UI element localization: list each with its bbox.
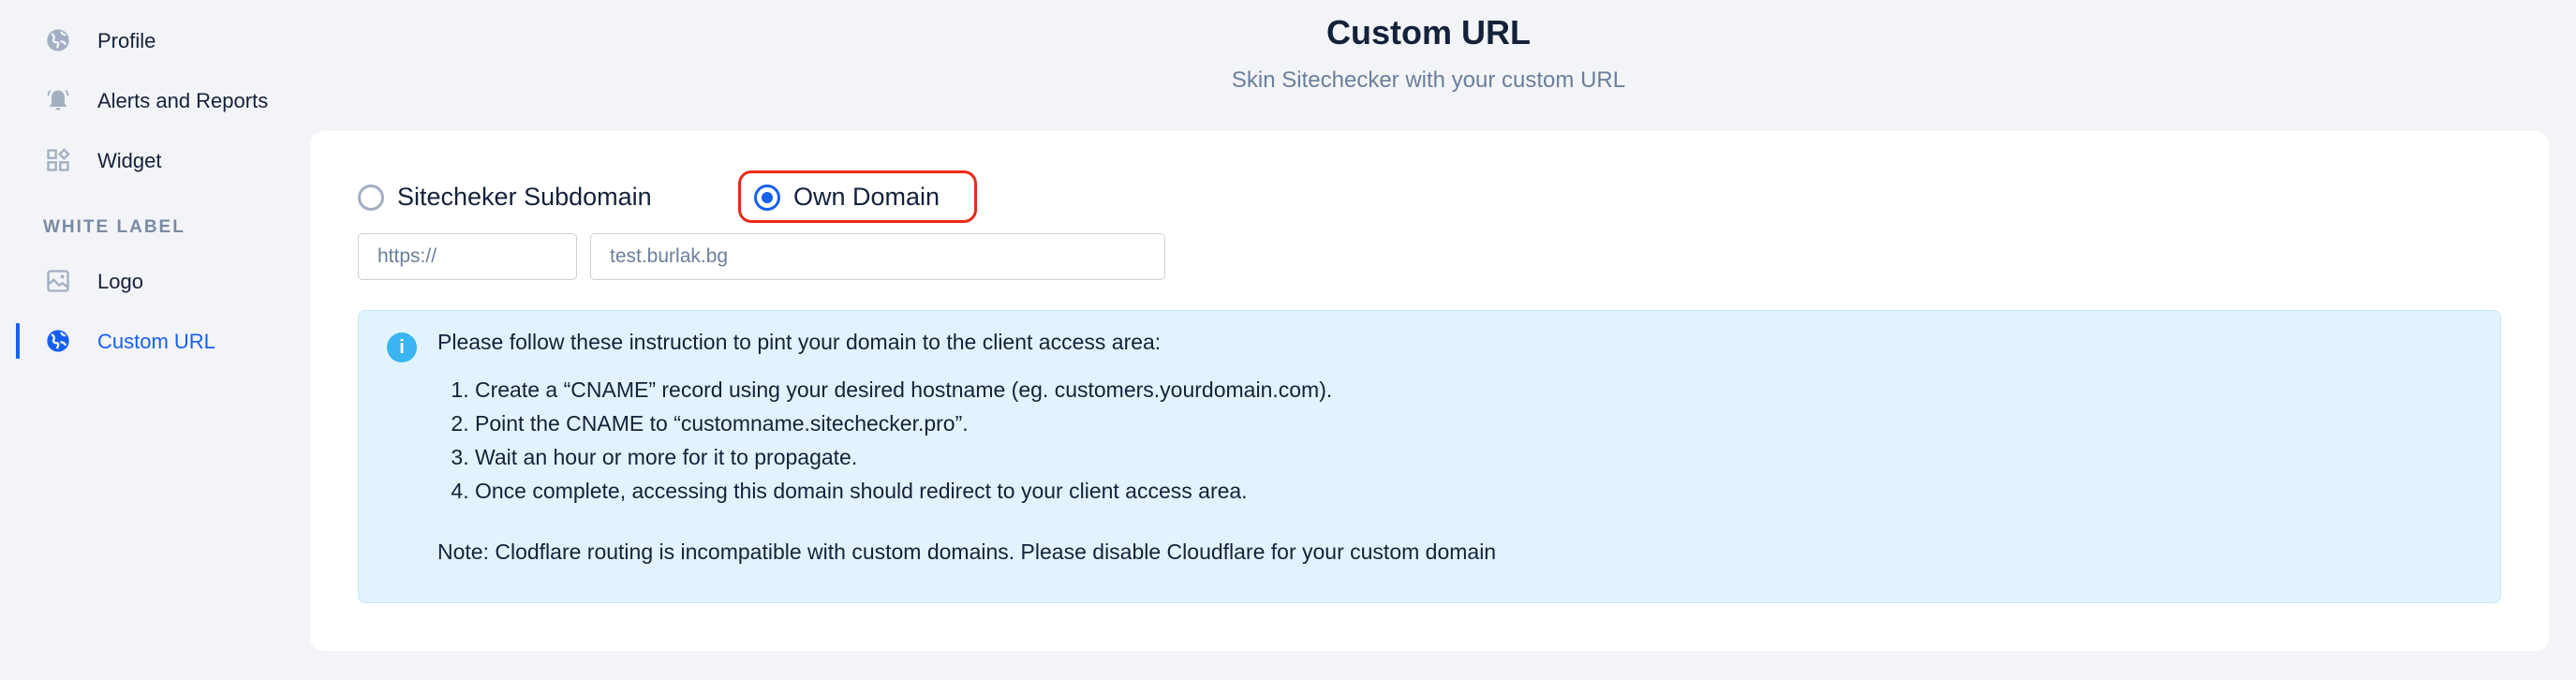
radio-own-domain[interactable]: Own Domain <box>754 183 940 212</box>
custom-url-card: Sitecheker Subdomain Own Domain https://… <box>310 131 2549 651</box>
active-indicator <box>16 323 20 359</box>
sidebar-item-label: Logo <box>97 270 143 293</box>
info-icon: i <box>387 333 417 362</box>
radio-sitecheker-subdomain[interactable]: Sitecheker Subdomain <box>358 183 652 212</box>
instruction-steps: Create a “CNAME” record using your desir… <box>437 373 1332 508</box>
instruction-step: Wait an hour or more for it to propagate… <box>475 440 1332 474</box>
globe-icon <box>47 330 69 352</box>
info-note: Note: Clodflare routing is incompatible … <box>437 540 1497 564</box>
radio-circle[interactable] <box>754 184 780 211</box>
image-icon <box>47 270 69 292</box>
sidebar-item-custom-url[interactable]: Custom URL <box>0 320 300 362</box>
instruction-step: Create a “CNAME” record using your desir… <box>475 373 1332 407</box>
page-title: Custom URL <box>1326 13 1531 52</box>
domain-input[interactable]: test.burlak.bg <box>590 233 1165 280</box>
widget-icon <box>47 148 70 171</box>
sidebar: Profile Alerts and Reports Widget WHITE … <box>0 0 309 680</box>
radio-label: Own Domain <box>793 183 940 211</box>
sidebar-item-logo[interactable]: Logo <box>0 260 300 302</box>
sidebar-item-label: Widget <box>97 149 162 172</box>
info-box: i Please follow these instruction to pin… <box>358 310 2501 603</box>
section-label-white-label: WHITE LABEL <box>43 217 185 237</box>
protocol-input[interactable]: https:// <box>358 233 577 280</box>
page-subtitle: Skin Sitechecker with your custom URL <box>1231 67 1626 93</box>
radio-circle[interactable] <box>358 184 384 211</box>
sidebar-item-widget[interactable]: Widget <box>0 140 300 181</box>
sidebar-item-label: Custom URL <box>97 330 215 353</box>
instruction-step: Point the CNAME to “customname.sitecheck… <box>475 407 1332 440</box>
info-heading: Please follow these instruction to pint … <box>437 330 1162 354</box>
radio-label: Sitecheker Subdomain <box>397 183 652 211</box>
instruction-step: Once complete, accessing this domain sho… <box>475 474 1332 508</box>
